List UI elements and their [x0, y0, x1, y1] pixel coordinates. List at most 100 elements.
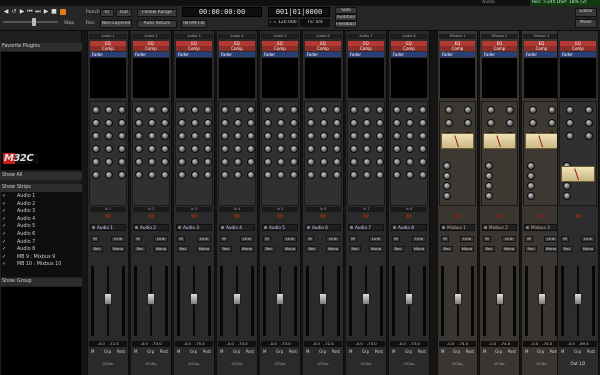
checkmark-icon[interactable]: ✓ [2, 216, 7, 222]
knob-icon[interactable] [191, 171, 199, 179]
plugin-fader[interactable]: Fader [348, 52, 384, 57]
mute-button[interactable]: M [306, 349, 309, 355]
knob-icon[interactable] [135, 132, 144, 140]
knob-icon[interactable] [332, 119, 341, 127]
record-arm-icon[interactable] [538, 214, 545, 218]
post-button[interactable]: Post [117, 349, 125, 355]
rec-button[interactable]: Rec [392, 246, 404, 252]
plugin-fader[interactable]: Fader [176, 52, 212, 57]
knob-icon[interactable] [332, 132, 341, 140]
knob-icon[interactable] [418, 132, 427, 140]
send-knob-icon[interactable] [485, 182, 493, 190]
record-arm-icon[interactable] [363, 214, 369, 218]
mute-button[interactable]: M [561, 349, 564, 355]
send-knob-icon[interactable] [527, 182, 535, 190]
group-button[interactable]: Grp [276, 349, 283, 355]
knob-icon[interactable] [234, 145, 242, 153]
knob-icon[interactable] [92, 171, 101, 179]
knob-icon[interactable] [332, 171, 341, 179]
strip-name[interactable]: Audio 4 [218, 34, 256, 39]
knob-icon[interactable] [191, 145, 199, 153]
knob-icon[interactable] [234, 158, 242, 166]
knob-icon[interactable] [289, 171, 298, 179]
knob-icon[interactable] [277, 158, 285, 166]
knob-icon[interactable] [350, 132, 359, 140]
send-knob-icon[interactable] [563, 182, 571, 190]
record-arm-icon[interactable] [575, 214, 581, 218]
fader-handle[interactable] [147, 293, 155, 305]
group-button[interactable]: Grp [453, 349, 460, 355]
fader-handle[interactable] [190, 293, 198, 305]
gain-readout[interactable]: -0.0 -72.5 [304, 341, 342, 347]
link-button[interactable]: Link [326, 236, 340, 242]
post-button[interactable]: Post [587, 349, 595, 355]
mono-button[interactable]: Mono [369, 246, 383, 252]
knob-icon[interactable] [234, 132, 242, 140]
send-knob-icon[interactable] [485, 172, 493, 180]
knob-icon[interactable] [289, 106, 298, 114]
post-button[interactable]: Post [332, 349, 340, 355]
knob-icon[interactable] [221, 171, 230, 179]
rec-button[interactable]: Rec [525, 246, 537, 252]
vca-assign[interactable]: -VCAs- [440, 361, 475, 367]
knob-icon[interactable] [406, 158, 414, 166]
vca-assign[interactable]: -VCAs- [391, 361, 427, 367]
knob-icon[interactable] [375, 171, 384, 179]
knob-icon[interactable] [203, 145, 212, 153]
mono-button[interactable]: Mono [460, 246, 474, 252]
knob-icon[interactable] [320, 106, 328, 114]
knob-icon[interactable] [160, 158, 169, 166]
knob-icon[interactable] [565, 119, 574, 127]
post-button[interactable]: Post [160, 349, 168, 355]
knob-icon[interactable] [264, 171, 273, 179]
record-arm-icon[interactable] [105, 214, 111, 218]
group-list[interactable] [1, 287, 81, 375]
group-button[interactable]: Grp [495, 349, 502, 355]
mute-button[interactable]: M [349, 349, 352, 355]
link-button[interactable]: Link [412, 236, 426, 242]
knob-icon[interactable] [221, 158, 230, 166]
knob-icon[interactable] [565, 106, 574, 114]
knob-icon[interactable] [160, 106, 169, 114]
shuttle-knob[interactable] [32, 18, 36, 26]
strips-list[interactable]: ✓ Audio 1 ✓ Audio 2 ✓ Audio 3 ✓ Audio 4 ✓ Audio 5… [1, 192, 81, 277]
knob-icon[interactable] [320, 132, 328, 140]
input-button[interactable]: In 2 [133, 207, 169, 212]
gain-readout[interactable]: -0.0 -73.0 [390, 341, 428, 347]
knob-icon[interactable] [320, 171, 328, 179]
knob-icon[interactable] [117, 119, 126, 127]
knob-icon[interactable] [148, 158, 156, 166]
vca-assign[interactable]: -VCAs- [219, 361, 255, 367]
strip-name[interactable]: Mixbus 1 [439, 34, 476, 39]
rewind-icon[interactable]: ◀ [3, 9, 9, 15]
knob-icon[interactable] [406, 171, 414, 179]
knob-icon[interactable] [160, 132, 169, 140]
knob-icon[interactable] [393, 145, 402, 153]
knob-icon[interactable] [332, 145, 341, 153]
link-button[interactable]: Link [460, 236, 474, 242]
send-knob-icon[interactable] [485, 162, 493, 170]
gain-readout[interactable]: -0.0 -73.0 [218, 341, 256, 347]
strip-name[interactable]: Audio 5 [261, 34, 299, 39]
post-button[interactable]: Post [466, 349, 474, 355]
knob-icon[interactable] [221, 106, 230, 114]
plugin-fader[interactable]: Fader [219, 52, 255, 57]
send-knob-icon[interactable] [527, 162, 535, 170]
knob-icon[interactable] [264, 106, 273, 114]
knob-icon[interactable] [148, 106, 156, 114]
checkmark-icon[interactable]: ✓ [2, 254, 7, 260]
output-route[interactable]: Audio 2 [133, 224, 169, 231]
send-knob-icon[interactable] [443, 192, 451, 200]
rec-button[interactable]: Rec [177, 246, 189, 252]
knob-icon[interactable] [277, 171, 285, 179]
knob-icon[interactable] [178, 106, 187, 114]
knob-icon[interactable] [375, 132, 384, 140]
knob-icon[interactable] [117, 158, 126, 166]
mute-button[interactable]: M [263, 349, 266, 355]
knob-icon[interactable] [393, 132, 402, 140]
non-layered-select[interactable]: Non-Layered [100, 20, 132, 28]
plugin-box[interactable] [176, 58, 212, 98]
group-button[interactable]: Grp [362, 349, 369, 355]
fader-handle[interactable] [574, 293, 582, 305]
vca-assign[interactable]: -VCAs- [262, 361, 298, 367]
